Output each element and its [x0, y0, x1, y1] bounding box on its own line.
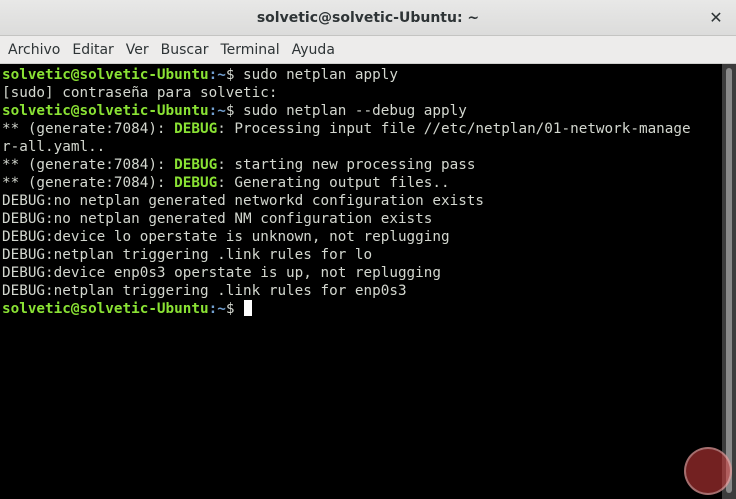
menu-archivo[interactable]: Archivo — [2, 36, 66, 64]
debug-line: DEBUG:no netplan generated networkd conf… — [2, 193, 485, 209]
terminal-line: solvetic@solvetic-Ubuntu:~$ sudo netplan… — [2, 102, 722, 120]
menu-bar: Archivo Editar Ver Buscar Terminal Ayuda — [0, 36, 736, 64]
terminal-line: [sudo] contraseña para solvetic: — [2, 84, 722, 102]
prompt-path: :~ — [208, 301, 226, 317]
prompt-user: solvetic@solvetic-Ubuntu — [2, 103, 209, 119]
generate-message: : Generating output files.. — [217, 175, 450, 191]
close-icon[interactable]: ✕ — [706, 8, 726, 28]
title-bar[interactable]: solvetic@solvetic-Ubuntu: ~ ✕ — [0, 0, 736, 36]
terminal-line: ** (generate:7084): DEBUG: Generating ou… — [2, 174, 722, 192]
generate-message: : starting new processing pass — [217, 157, 476, 173]
generate-message: : Processing input file //etc/netplan/01… — [217, 121, 691, 137]
terminal-line: r-all.yaml.. — [2, 138, 722, 156]
prompt-path: :~ — [208, 67, 226, 83]
menu-ver[interactable]: Ver — [120, 36, 155, 64]
command-text: sudo netplan apply — [234, 67, 398, 83]
menu-ayuda[interactable]: Ayuda — [286, 36, 341, 64]
prompt-user: solvetic@solvetic-Ubuntu — [2, 301, 209, 317]
menu-editar[interactable]: Editar — [66, 36, 119, 64]
prompt-user: solvetic@solvetic-Ubuntu — [2, 67, 209, 83]
debug-line: DEBUG:netplan triggering .link rules for… — [2, 247, 373, 263]
solvetic-logo — [684, 447, 732, 495]
menu-buscar[interactable]: Buscar — [155, 36, 215, 64]
debug-line: DEBUG:device enp0s3 operstate is up, not… — [2, 265, 441, 281]
debug-tag: DEBUG — [174, 121, 218, 137]
text-cursor — [244, 300, 253, 316]
generate-prefix: ** (generate:7084): — [2, 175, 175, 191]
terminal-line: solvetic@solvetic-Ubuntu:~$ — [2, 300, 722, 318]
prompt-path: :~ — [208, 103, 226, 119]
terminal-line: solvetic@solvetic-Ubuntu:~$ sudo netplan… — [2, 66, 722, 84]
generate-prefix: ** (generate:7084): — [2, 121, 175, 137]
menu-terminal[interactable]: Terminal — [214, 36, 285, 64]
wrapped-text: r-all.yaml.. — [2, 139, 106, 155]
generate-prefix: ** (generate:7084): — [2, 157, 175, 173]
terminal-line: ** (generate:7084): DEBUG: starting new … — [2, 156, 722, 174]
sudo-prompt: [sudo] contraseña para solvetic: — [2, 85, 278, 101]
command-text: sudo netplan --debug apply — [234, 103, 467, 119]
scrollbar-thumb[interactable] — [726, 68, 732, 493]
debug-line: DEBUG:no netplan generated NM configurat… — [2, 211, 433, 227]
debug-tag: DEBUG — [174, 175, 218, 191]
prompt-symbol: $ — [225, 301, 235, 317]
terminal-output[interactable]: solvetic@solvetic-Ubuntu:~$ sudo netplan… — [0, 64, 722, 499]
terminal-line: ** (generate:7084): DEBUG: Processing in… — [2, 120, 722, 138]
terminal-window: solvetic@solvetic-Ubuntu: ~ ✕ Archivo Ed… — [0, 0, 736, 499]
scrollbar[interactable] — [722, 64, 736, 499]
debug-line: DEBUG:netplan triggering .link rules for… — [2, 283, 407, 299]
debug-tag: DEBUG — [174, 157, 218, 173]
debug-line: DEBUG:device lo operstate is unknown, no… — [2, 229, 450, 245]
window-title: solvetic@solvetic-Ubuntu: ~ — [256, 10, 480, 26]
